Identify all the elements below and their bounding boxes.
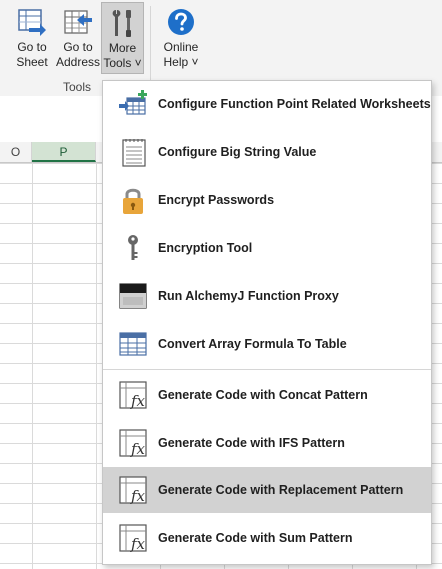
menu-item-encryption-tool[interactable]: Encryption Tool bbox=[103, 225, 431, 271]
tools-group-label: Tools bbox=[63, 80, 92, 94]
group-separator bbox=[150, 6, 151, 90]
proxy-window-icon bbox=[117, 280, 149, 312]
go-to-sheet-icon bbox=[18, 9, 46, 36]
key-icon bbox=[117, 232, 149, 264]
function-code-icon: fx bbox=[117, 474, 149, 506]
menu-item-run-function-proxy[interactable]: Run AlchemyJ Function Proxy bbox=[103, 273, 431, 319]
menu-item-configure-function-point[interactable]: Configure Function Point Related Workshe… bbox=[103, 81, 431, 127]
menu-item-sum-pattern[interactable]: fx Generate Code with Sum Pattern bbox=[103, 515, 431, 561]
tools-icon bbox=[112, 10, 131, 37]
online-help-label-1: Online bbox=[163, 40, 199, 54]
online-help-label-2: Help ˅ bbox=[163, 55, 199, 69]
help-icon bbox=[168, 9, 194, 35]
svg-text:fx: fx bbox=[130, 487, 146, 505]
svg-text:fx: fx bbox=[130, 535, 146, 553]
menu-item-replacement-pattern[interactable]: fx Generate Code with Replacement Patter… bbox=[103, 467, 431, 513]
menu-item-ifs-pattern[interactable]: fx Generate Code with IFS Pattern bbox=[103, 420, 431, 466]
padlock-icon bbox=[117, 184, 149, 216]
menu-item-label: Encryption Tool bbox=[158, 241, 253, 255]
table-icon bbox=[117, 328, 149, 360]
more-tools-label-1: More bbox=[108, 41, 137, 55]
notepad-icon bbox=[117, 136, 149, 168]
go-to-sheet-button[interactable]: Go to Sheet bbox=[8, 2, 56, 74]
go-to-address-icon bbox=[64, 10, 92, 34]
add-worksheet-icon bbox=[117, 88, 149, 120]
online-help-button[interactable]: Online Help ˅ bbox=[158, 2, 204, 74]
go-to-address-label-1: Go to bbox=[63, 40, 93, 54]
menu-separator bbox=[103, 369, 431, 370]
menu-item-label: Generate Code with Replacement Pattern bbox=[158, 483, 404, 497]
menu-item-label: Generate Code with Concat Pattern bbox=[158, 388, 368, 402]
menu-item-label: Configure Big String Value bbox=[158, 145, 317, 159]
go-to-sheet-label-1: Go to bbox=[17, 40, 47, 54]
more-tools-button[interactable]: More Tools ˅ bbox=[101, 2, 144, 74]
go-to-address-button[interactable]: Go to Address bbox=[56, 2, 100, 74]
more-tools-menu: Configure Function Point Related Workshe… bbox=[102, 80, 432, 565]
selected-column-area bbox=[32, 163, 96, 569]
function-code-icon: fx bbox=[117, 522, 149, 554]
menu-item-concat-pattern[interactable]: fx Generate Code with Concat Pattern bbox=[103, 372, 431, 418]
column-header-p[interactable]: P bbox=[32, 142, 96, 162]
column-header-o[interactable]: O bbox=[0, 142, 32, 162]
menu-item-label: Encrypt Passwords bbox=[158, 193, 275, 207]
menu-item-label: Configure Function Point Related Workshe… bbox=[158, 97, 431, 111]
go-to-address-label-2: Address bbox=[56, 55, 101, 69]
more-tools-label-2: Tools ˅ bbox=[103, 56, 142, 70]
go-to-sheet-label-2: Sheet bbox=[16, 55, 48, 69]
menu-item-encrypt-passwords[interactable]: Encrypt Passwords bbox=[103, 177, 431, 223]
menu-item-label: Generate Code with IFS Pattern bbox=[158, 436, 345, 450]
menu-item-label: Generate Code with Sum Pattern bbox=[158, 531, 353, 545]
svg-text:fx: fx bbox=[130, 392, 146, 410]
function-code-icon: fx bbox=[117, 427, 149, 459]
menu-item-label: Run AlchemyJ Function Proxy bbox=[158, 289, 339, 303]
menu-item-configure-big-string[interactable]: Configure Big String Value bbox=[103, 129, 431, 175]
menu-item-label: Convert Array Formula To Table bbox=[158, 337, 347, 351]
svg-text:fx: fx bbox=[130, 440, 146, 458]
function-code-icon: fx bbox=[117, 379, 149, 411]
menu-item-convert-array-formula[interactable]: Convert Array Formula To Table bbox=[103, 321, 431, 367]
